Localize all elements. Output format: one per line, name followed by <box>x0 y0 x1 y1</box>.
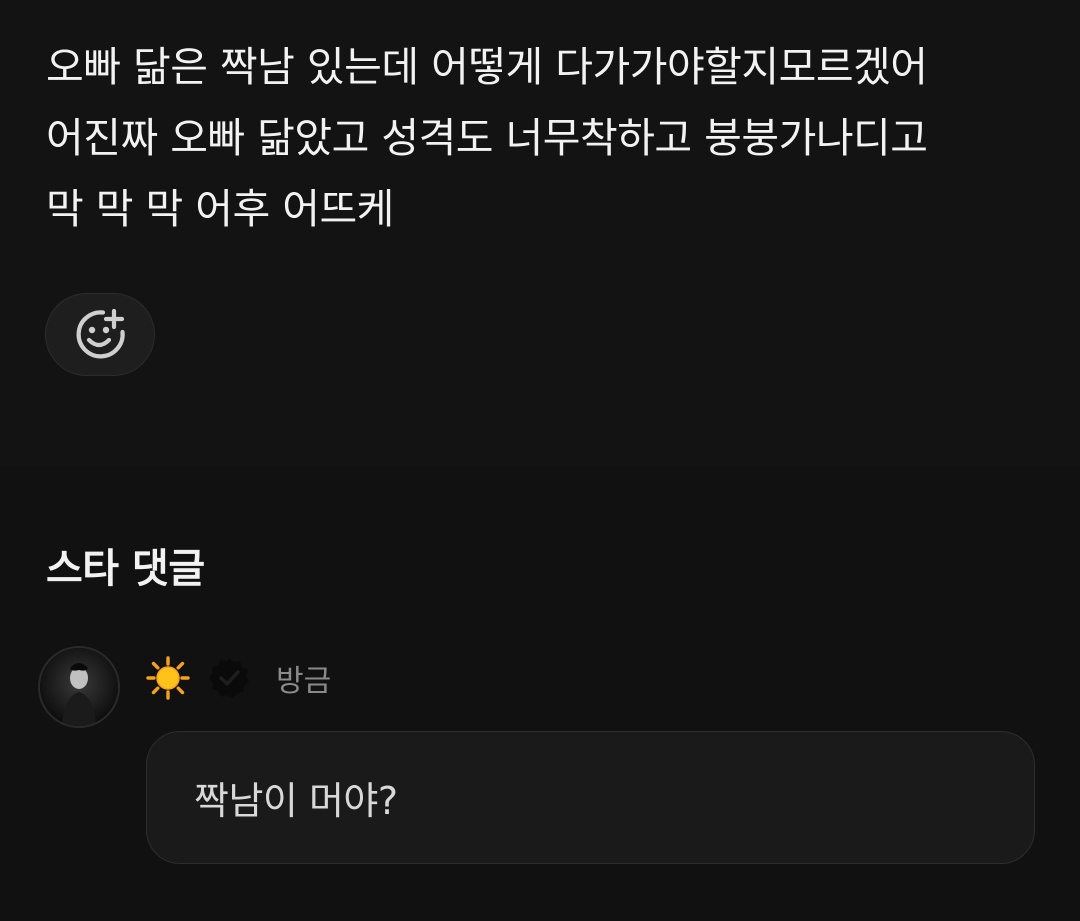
add-reaction-button[interactable] <box>45 293 155 376</box>
add-reaction-smiley-icon <box>76 308 125 358</box>
comment-text: 짝남이 머야? <box>194 779 398 823</box>
post-line: 어진짜 오빠 닮았고 성격도 너무착하고 붕붕가나디고 <box>46 114 928 162</box>
comment-timestamp: 방금 <box>276 664 332 699</box>
post-line: 막 막 막 어후 어뜨케 <box>46 185 394 233</box>
comment-bubble[interactable]: 짝남이 머야? <box>146 731 1035 864</box>
comment-meta: 방금 <box>146 652 331 704</box>
post-body: 오빠 닮은 짝남 있는데 어떻게 다가가야할지모르겠어 어진짜 오빠 닮았고 성… <box>46 32 1046 245</box>
sun-emoji-icon <box>146 656 190 700</box>
post-section: 오빠 닮은 짝남 있는데 어떻게 다가가야할지모르겠어 어진짜 오빠 닮았고 성… <box>0 0 1080 466</box>
verified-check-icon <box>209 658 249 698</box>
post-line: 오빠 닮은 짝남 있는데 어떻게 다가가야할지모르겠어 <box>46 43 928 91</box>
section-title: 스타 댓글 <box>46 546 205 592</box>
avatar-photo <box>40 648 118 726</box>
avatar[interactable] <box>38 646 120 728</box>
